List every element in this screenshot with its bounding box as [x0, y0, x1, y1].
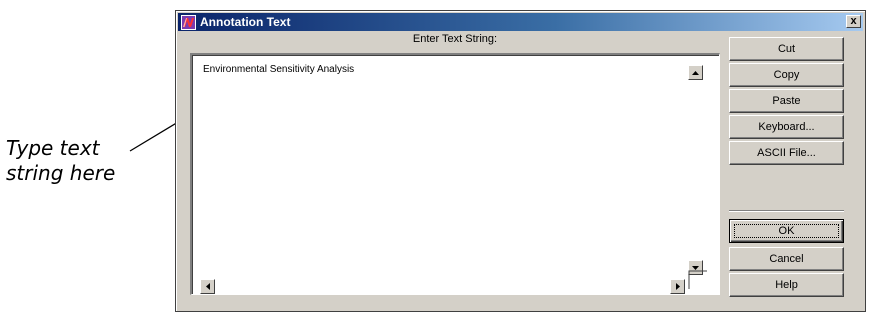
- app-icon: [181, 14, 196, 30]
- resize-grip-icon[interactable]: [688, 270, 708, 290]
- callout-label: Type text string here: [6, 136, 156, 186]
- scroll-right-button[interactable]: [670, 279, 685, 294]
- ascii-file-button[interactable]: ASCII File...: [729, 141, 844, 165]
- scroll-up-button[interactable]: [688, 65, 703, 80]
- annotation-text-dialog: Annotation Text x Enter Text String: Env…: [175, 10, 866, 312]
- text-string-value: Environmental Sensitivity Analysis: [203, 64, 355, 75]
- callout-line-2: string here: [6, 161, 116, 185]
- close-icon: x: [850, 15, 857, 27]
- copy-button[interactable]: Copy: [729, 63, 844, 87]
- screenshot-stage: Type text string here Annotation Text x …: [0, 0, 871, 318]
- title-bar[interactable]: Annotation Text x: [178, 13, 863, 31]
- ok-button-label: OK: [778, 225, 795, 237]
- arrow-left-icon: [205, 283, 210, 290]
- text-string-input[interactable]: Environmental Sensitivity Analysis: [190, 53, 720, 295]
- close-button[interactable]: x: [846, 15, 861, 28]
- prompt-label: Enter Text String:: [412, 33, 498, 45]
- arrow-up-icon: [692, 70, 699, 75]
- paste-button[interactable]: Paste: [729, 89, 844, 113]
- callout-line-1: Type text: [6, 136, 100, 160]
- cut-button[interactable]: Cut: [729, 37, 844, 61]
- scroll-left-button[interactable]: [200, 279, 215, 294]
- arrow-down-icon: [692, 265, 699, 270]
- arrow-right-icon: [675, 283, 680, 290]
- keyboard-button[interactable]: Keyboard...: [729, 115, 844, 139]
- ok-button[interactable]: OK: [729, 219, 844, 243]
- cancel-button[interactable]: Cancel: [729, 247, 844, 271]
- window-title: Annotation Text: [200, 15, 291, 29]
- help-button[interactable]: Help: [729, 273, 844, 297]
- button-separator: [729, 210, 844, 212]
